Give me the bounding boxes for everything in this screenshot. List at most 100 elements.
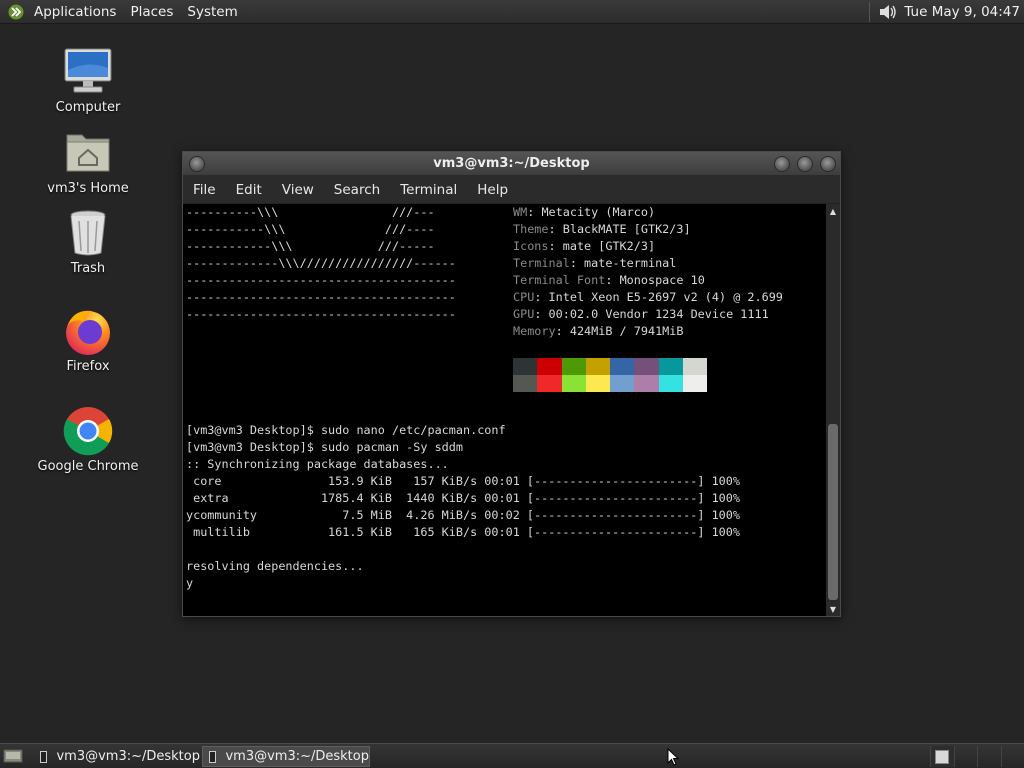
scroll-down-arrow-icon[interactable]: ▼ — [826, 602, 840, 616]
ascii-art-line: ------------\\\ ///----- — [186, 239, 435, 253]
computer-icon — [64, 48, 112, 93]
close-button[interactable] — [820, 156, 836, 172]
sysinfo-key: Memory — [513, 324, 556, 338]
sysinfo-line: Theme: BlackMATE [GTK2/3] — [513, 222, 691, 236]
scrollbar-thumb[interactable] — [828, 424, 838, 600]
color-swatch — [634, 358, 659, 375]
show-desktop-icon[interactable] — [2, 747, 24, 765]
sysinfo-line: Terminal Font: Monospace 10 — [513, 273, 705, 287]
terminal-line: [vm3@vm3 Desktop]$ sudo pacman -Sy sddm — [186, 440, 463, 454]
terminal-line: extra 1785.4 KiB 1440 KiB/s 00:01 [-----… — [186, 491, 740, 505]
terminal-line: ycommunity 7.5 MiB 4.26 MiB/s 00:02 [---… — [186, 508, 740, 522]
workspace-1[interactable] — [930, 746, 954, 767]
sysinfo-value: 424MiB / 7941MiB — [569, 324, 684, 338]
minimize-button[interactable] — [774, 156, 790, 172]
terminal-line: y — [186, 576, 194, 590]
sysinfo-key: CPU — [513, 290, 535, 304]
workspace-4[interactable] — [1000, 746, 1024, 767]
terminal-line: multilib 161.5 KiB 165 KiB/s 00:01 [----… — [186, 525, 740, 539]
bottom-panel: vm3@vm3:~/Desktop vm3@vm3:~/Desktop — [0, 743, 1024, 768]
terminal-window[interactable]: vm3@vm3:~/Desktop File Edit View Search … — [182, 151, 841, 617]
terminal-output[interactable]: ----------\\\ ///--- -----------\\\ ///-… — [183, 204, 826, 616]
desktop-icon-trash[interactable]: Trash — [33, 207, 143, 277]
sysinfo-value: mate-terminal — [584, 256, 677, 270]
chrome-icon — [63, 407, 113, 456]
volume-icon[interactable] — [876, 1, 898, 23]
taskbar-item-active[interactable]: vm3@vm3:~/Desktop — [202, 746, 370, 767]
sysinfo-value: mate [GTK2/3] — [562, 239, 656, 253]
sysinfo-line: GPU: 00:02.0 Vendor 1234 Device 1111 — [513, 307, 769, 321]
color-swatch — [585, 375, 610, 392]
desktop-icon-label: Trash — [70, 261, 106, 276]
taskbar-item[interactable]: vm3@vm3:~/Desktop — [34, 746, 200, 767]
ascii-art-line: ----------\\\ ///--- — [186, 205, 435, 219]
color-swatch — [561, 358, 586, 375]
menu-edit[interactable]: Edit — [226, 182, 272, 198]
desktop-icon-computer[interactable]: Computer — [33, 46, 143, 116]
menu-help[interactable]: Help — [467, 182, 518, 198]
maximize-button[interactable] — [797, 156, 813, 172]
window-titlebar[interactable]: vm3@vm3:~/Desktop — [183, 152, 840, 176]
terminal-icon — [209, 750, 217, 763]
places-menu[interactable]: Places — [123, 0, 180, 24]
terminal-scrollbar[interactable]: ▲ ▼ — [826, 204, 840, 616]
ascii-art-line: -------------\\\////////////////------ — [186, 256, 456, 270]
color-swatch — [513, 375, 538, 392]
sysinfo-key: WM — [513, 205, 528, 219]
ascii-art-line: -------------------------------------- — [186, 307, 456, 321]
workspace-2[interactable] — [953, 746, 978, 767]
color-swatch — [537, 375, 562, 392]
color-swatch — [610, 375, 635, 392]
color-swatch — [537, 358, 562, 375]
top-panel: Applications Places System Tue May 9, 04… — [0, 0, 1024, 24]
sysinfo-key: Icons — [513, 239, 549, 253]
sysinfo-key: Terminal — [513, 256, 570, 270]
taskbar-item-label: vm3@vm3:~/Desktop — [56, 749, 200, 764]
window-title: vm3@vm3:~/Desktop — [433, 156, 590, 171]
menu-terminal[interactable]: Terminal — [390, 182, 467, 198]
workspace-switcher[interactable] — [930, 746, 1024, 767]
sysinfo-line: Terminal: mate-terminal — [513, 256, 677, 270]
sysinfo-value: BlackMATE [GTK2/3] — [562, 222, 691, 236]
sysinfo-line: WM: Metacity (Marco) — [513, 205, 656, 219]
desktop-icon-firefox[interactable]: Firefox — [33, 305, 143, 375]
mate-menu-icon[interactable] — [5, 1, 27, 23]
menu-file[interactable]: File — [183, 182, 226, 198]
workspace-3[interactable] — [977, 746, 1001, 767]
sysinfo-value: Intel Xeon E5-2697 v2 (4) @ 2.699 — [548, 290, 783, 304]
mouse-cursor-icon — [667, 748, 679, 766]
sysinfo-line: Icons: mate [GTK2/3] — [513, 239, 656, 253]
system-menu[interactable]: System — [180, 0, 244, 24]
sysinfo-value: 00:02.0 Vendor 1234 Device 1111 — [548, 307, 769, 321]
terminal-line: :: Synchronizing package databases... — [186, 457, 449, 471]
color-swatch — [634, 375, 659, 392]
taskbar-item-label: vm3@vm3:~/Desktop — [225, 749, 369, 764]
ascii-art-line: -----------\\\ ///---- — [186, 222, 435, 236]
sysinfo-line: Memory: 424MiB / 7941MiB — [513, 324, 684, 338]
menu-view[interactable]: View — [272, 182, 324, 198]
sysinfo-value: Metacity (Marco) — [541, 205, 656, 219]
home-folder-icon — [66, 134, 110, 172]
sysinfo-key: Terminal Font — [513, 273, 606, 287]
color-palette — [513, 358, 707, 392]
applications-menu[interactable]: Applications — [27, 0, 123, 24]
scroll-up-arrow-icon[interactable]: ▲ — [826, 204, 840, 218]
color-swatch — [682, 358, 707, 375]
ascii-art-line: -------------------------------------- — [186, 273, 456, 287]
terminal-line: core 153.9 KiB 157 KiB/s 00:01 [--------… — [186, 474, 740, 488]
desktop-icon-chrome[interactable]: Google Chrome — [33, 405, 143, 475]
color-swatch — [561, 375, 586, 392]
color-swatch — [585, 358, 610, 375]
color-swatch — [610, 358, 635, 375]
menu-search[interactable]: Search — [324, 182, 390, 198]
desktop-icon-home[interactable]: vm3's Home — [33, 127, 143, 197]
color-swatch — [682, 375, 707, 392]
desktop-icon-label: Google Chrome — [37, 459, 139, 474]
ascii-art-line: -------------------------------------- — [186, 290, 456, 304]
clock[interactable]: Tue May 9, 04:47 — [904, 4, 1024, 20]
desktop-icon-label: vm3's Home — [47, 181, 129, 196]
sysinfo-key: GPU — [513, 307, 535, 321]
sysinfo-value: Monospace 10 — [619, 273, 705, 287]
firefox-icon — [66, 310, 110, 355]
terminal-line: [vm3@vm3 Desktop]$ sudo nano /etc/pacman… — [186, 423, 506, 437]
